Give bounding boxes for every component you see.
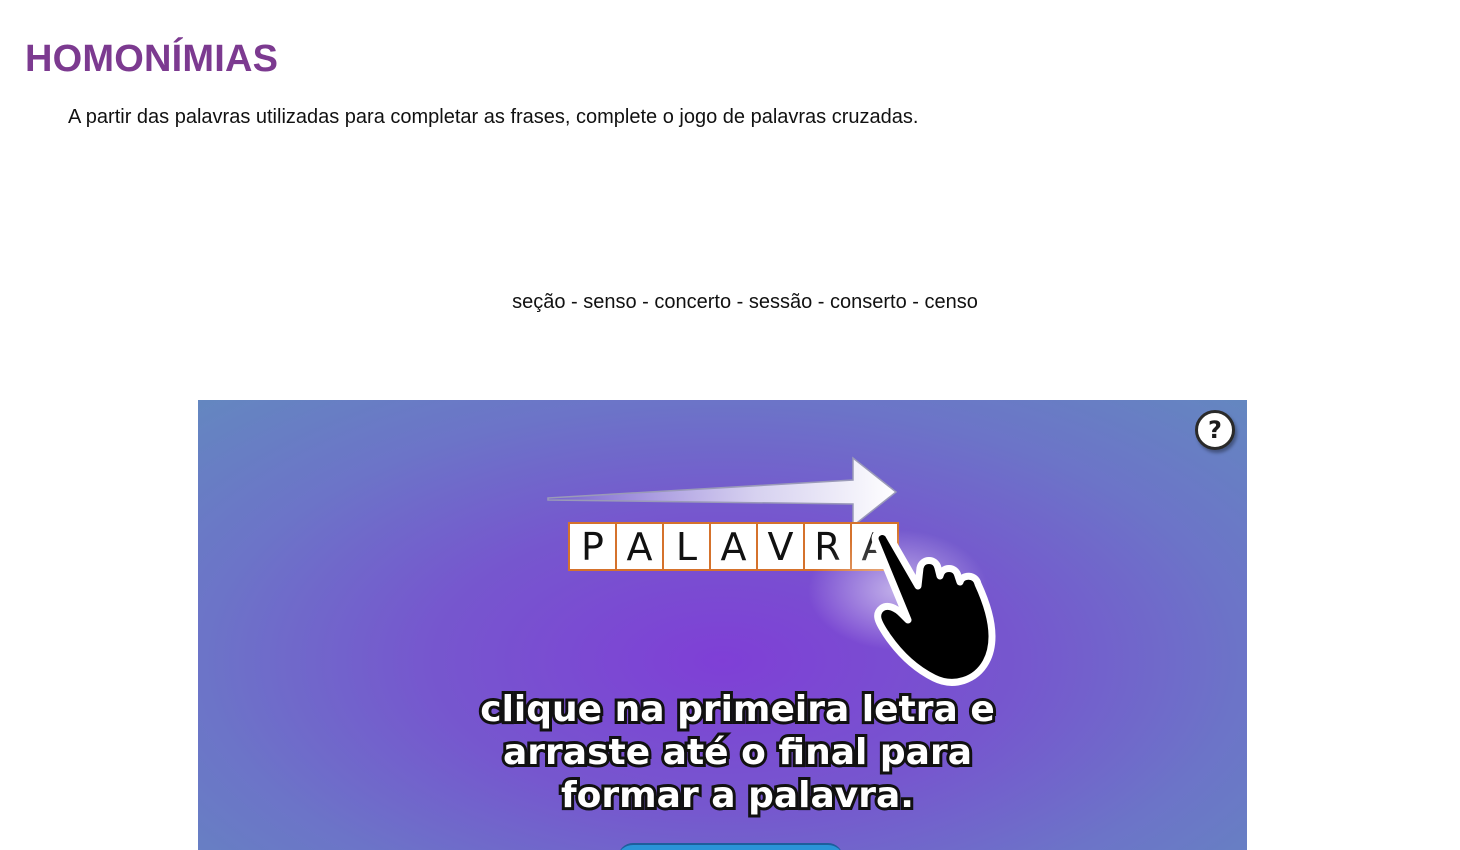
play-button[interactable] <box>618 843 843 850</box>
activity-instruction: A partir das palavras utilizadas para co… <box>68 106 919 128</box>
instruction-line: clique na primeira letra e <box>477 686 998 733</box>
instruction-line: formar a palavra. <box>558 772 917 819</box>
instruction-line: arraste até o final para <box>500 729 975 776</box>
word-bank: seção - senso - concerto - sessão - cons… <box>512 291 978 313</box>
game-instruction: clique na primeira letra e arraste até o… <box>198 686 1247 819</box>
crossword-game-frame[interactable]: PALAVRA ? clique na primeira letra e arr… <box>198 400 1247 850</box>
page-title: HOMONÍMIAS <box>25 38 279 80</box>
question-icon: ? <box>1208 416 1222 444</box>
help-button[interactable]: ? <box>1195 410 1235 450</box>
